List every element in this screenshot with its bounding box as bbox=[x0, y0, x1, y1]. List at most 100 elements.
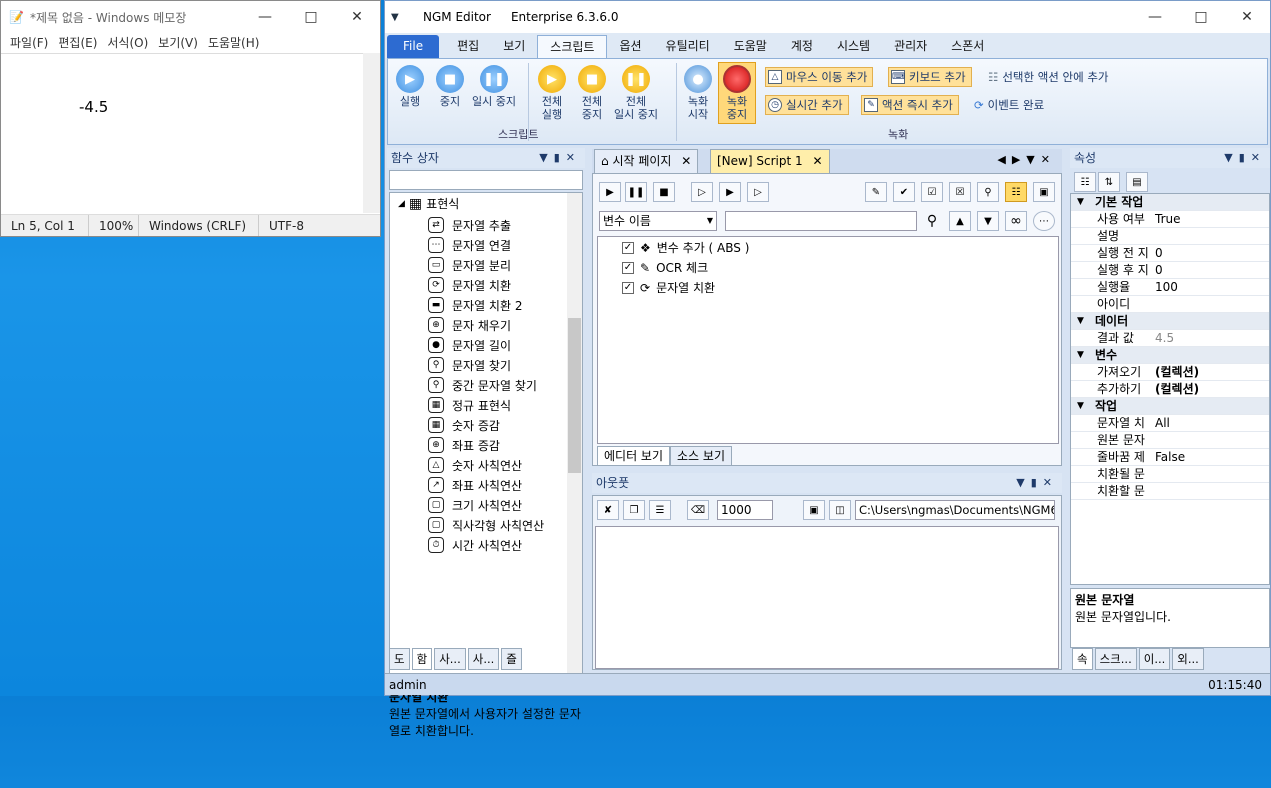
arrow-down-icon[interactable]: ▼ bbox=[977, 211, 999, 231]
property-row[interactable]: 가져오기 (컬렉션) bbox=[1071, 364, 1269, 381]
tab-source-view[interactable]: 소스 보기 bbox=[670, 446, 732, 466]
tab-editor-view[interactable]: 에디터 보기 bbox=[597, 446, 671, 466]
output-text-area[interactable] bbox=[595, 526, 1059, 669]
tree-item[interactable]: ⊕ 문자 채우기 bbox=[428, 315, 511, 335]
tab-script-explorer[interactable]: 스크... bbox=[1094, 648, 1137, 670]
list-icon[interactable]: ☰ bbox=[649, 500, 671, 520]
tree-item[interactable]: ⚲ 문자열 찾기 bbox=[428, 355, 511, 375]
check-box-icon[interactable]: ☑ bbox=[921, 182, 943, 202]
tab-script-1[interactable]: [New] Script 1 ✕ bbox=[710, 149, 830, 173]
tab-edit[interactable]: 편집 bbox=[445, 35, 491, 58]
property-value[interactable]: False bbox=[1155, 449, 1185, 466]
tab-help[interactable]: 도움말 bbox=[722, 35, 779, 58]
tree-item[interactable]: ⋯ 문자열 연결 bbox=[428, 235, 511, 255]
stop-button[interactable]: ■ 중지 bbox=[436, 65, 464, 108]
output-path-field[interactable]: C:\Users\ngmas\Documents\NGM6\ bbox=[855, 500, 1055, 520]
tree-item[interactable]: ⇄ 문자열 추출 bbox=[428, 215, 511, 235]
tab-images[interactable]: 이... bbox=[1138, 648, 1171, 670]
property-category[interactable]: ▼ 기본 작업 bbox=[1071, 194, 1269, 211]
tab-user-2[interactable]: 사... bbox=[467, 648, 500, 670]
tab-script[interactable]: 스크립트 bbox=[537, 35, 608, 58]
tab-sponsor[interactable]: 스폰서 bbox=[939, 35, 996, 58]
tree-item[interactable]: ▭ 문자열 분리 bbox=[428, 255, 511, 275]
tab-properties[interactable]: 속 bbox=[1072, 648, 1093, 670]
eraser-icon[interactable]: ⌫ bbox=[687, 500, 709, 520]
stop-all-button[interactable]: ■ 전체 중지 bbox=[578, 65, 606, 121]
record-start-button[interactable]: ● 녹화 시작 bbox=[684, 65, 712, 121]
property-row[interactable]: 실행 후 지 0 bbox=[1071, 262, 1269, 279]
tree-item[interactable]: ▢ 크기 사칙연산 bbox=[428, 495, 522, 515]
close-button[interactable]: ✕ bbox=[1224, 1, 1270, 33]
tab-view[interactable]: 보기 bbox=[491, 35, 537, 58]
menu-edit[interactable]: 편집(E) bbox=[53, 33, 102, 53]
notepad-titlebar[interactable]: 📝 *제목 없음 - Windows 메모장 — □ ✕ bbox=[1, 1, 380, 33]
stop-icon[interactable]: ■ bbox=[653, 182, 675, 202]
sort-az-icon[interactable]: ⇅ bbox=[1098, 172, 1120, 192]
variable-value-input[interactable] bbox=[725, 211, 917, 231]
play-icon[interactable]: ▶ bbox=[599, 182, 621, 202]
delete-icon[interactable]: ☒ bbox=[949, 182, 971, 202]
property-row[interactable]: 줄바꿈 제 False bbox=[1071, 449, 1269, 466]
list-item[interactable]: ✓ ⟳ 문자열 치환 bbox=[622, 279, 715, 296]
menu-format[interactable]: 서식(O) bbox=[102, 33, 153, 53]
collapse-icon[interactable]: ▼ bbox=[1077, 194, 1084, 211]
tree-item[interactable]: ⊕ 좌표 증감 bbox=[428, 435, 500, 455]
property-value[interactable]: True bbox=[1155, 211, 1181, 228]
tree-item[interactable]: ⟳ 문자열 치환 bbox=[428, 275, 511, 295]
property-category[interactable]: ▼ 데이터 bbox=[1071, 313, 1269, 330]
add-keyboard-button[interactable]: ⌨ 키보드 추가 bbox=[888, 67, 972, 87]
tab-external[interactable]: 외... bbox=[1172, 648, 1204, 670]
property-value[interactable]: (컬렉션) bbox=[1155, 364, 1199, 381]
clear-icon[interactable]: ✘ bbox=[597, 500, 619, 520]
menu-help[interactable]: 도움말(H) bbox=[203, 33, 265, 53]
close-tab-icon[interactable]: ✕ bbox=[812, 154, 822, 168]
checkbox[interactable]: ✓ bbox=[622, 261, 634, 274]
search-icon[interactable]: ⚲ bbox=[921, 211, 943, 231]
tab-account[interactable]: 계정 bbox=[779, 35, 825, 58]
tab-user-1[interactable]: 사... bbox=[434, 648, 466, 670]
infinity-icon[interactable]: ∞ bbox=[1005, 211, 1027, 231]
run-selected-icon[interactable]: ▶ bbox=[719, 182, 741, 202]
property-row[interactable]: 원본 문자 bbox=[1071, 432, 1269, 449]
menu-file[interactable]: 파일(F) bbox=[5, 33, 53, 53]
property-value[interactable]: 4.5 bbox=[1155, 330, 1174, 347]
minimize-button[interactable]: — bbox=[242, 1, 288, 33]
add-action-instant-button[interactable]: ✎ 액션 즉시 추가 bbox=[861, 95, 959, 115]
collapse-icon[interactable]: ▼ bbox=[1077, 347, 1084, 364]
save-icon[interactable]: ▣ bbox=[803, 500, 825, 520]
notepad-scrollbar[interactable] bbox=[363, 53, 380, 213]
collapse-icon[interactable]: ▼ bbox=[1077, 313, 1084, 330]
tab-functions[interactable]: 함 bbox=[411, 648, 433, 670]
tree-item[interactable]: ▦ 정규 표현식 bbox=[428, 395, 511, 415]
tab-admin[interactable]: 관리자 bbox=[882, 35, 939, 58]
monitor-icon[interactable]: ▣ bbox=[1033, 182, 1055, 202]
tab-utility[interactable]: 유틸리티 bbox=[654, 35, 722, 58]
checkbox[interactable]: ✓ bbox=[622, 241, 634, 254]
property-value[interactable]: 100 bbox=[1155, 279, 1178, 296]
tree-root-expressions[interactable]: ◢ ▦ 표현식 bbox=[398, 195, 459, 212]
property-row[interactable]: 결과 값 4.5 bbox=[1071, 330, 1269, 347]
check-icon[interactable]: ✔ bbox=[893, 182, 915, 202]
tree-item[interactable]: ● 문자열 길이 bbox=[428, 335, 511, 355]
property-pages-icon[interactable]: ▤ bbox=[1126, 172, 1148, 192]
search-icon[interactable]: ⚲ bbox=[977, 182, 999, 202]
ngm-titlebar[interactable]: ▼ NGM Editor Enterprise 6.3.6.0 — □ ✕ bbox=[385, 1, 1270, 33]
function-scrollbar[interactable] bbox=[567, 193, 582, 686]
variable-name-select[interactable]: 변수 이름 ▼ bbox=[599, 211, 717, 231]
panel-controls[interactable]: ▼▮✕ bbox=[1224, 148, 1266, 168]
list-item[interactable]: ✓ ✎ OCR 체크 bbox=[622, 259, 708, 276]
tab-favorites[interactable]: 즐 bbox=[501, 648, 522, 670]
record-stop-button[interactable]: 녹화 중지 bbox=[718, 62, 756, 124]
tree-view-icon[interactable]: ☷ bbox=[1005, 182, 1027, 202]
run-button[interactable]: ▶ 실행 bbox=[396, 65, 424, 108]
pause-icon[interactable]: ❚❚ bbox=[625, 182, 647, 202]
categorized-icon[interactable]: ☷ bbox=[1074, 172, 1096, 192]
function-search-input[interactable] bbox=[389, 170, 583, 190]
tab-nav-controls[interactable]: ◀▶▼✕ bbox=[997, 153, 1056, 166]
step-icon[interactable]: ▷ bbox=[691, 182, 713, 202]
tree-item[interactable]: ▦ 숫자 증감 bbox=[428, 415, 500, 435]
add-mouse-move-button[interactable]: △ 마우스 이동 추가 bbox=[765, 67, 874, 87]
panel-controls[interactable]: ▼▮✕ bbox=[539, 148, 581, 168]
property-row[interactable]: 사용 여부 True bbox=[1071, 211, 1269, 228]
add-in-selected-action-button[interactable]: ☷ 선택한 액션 안에 추가 bbox=[986, 67, 1114, 87]
